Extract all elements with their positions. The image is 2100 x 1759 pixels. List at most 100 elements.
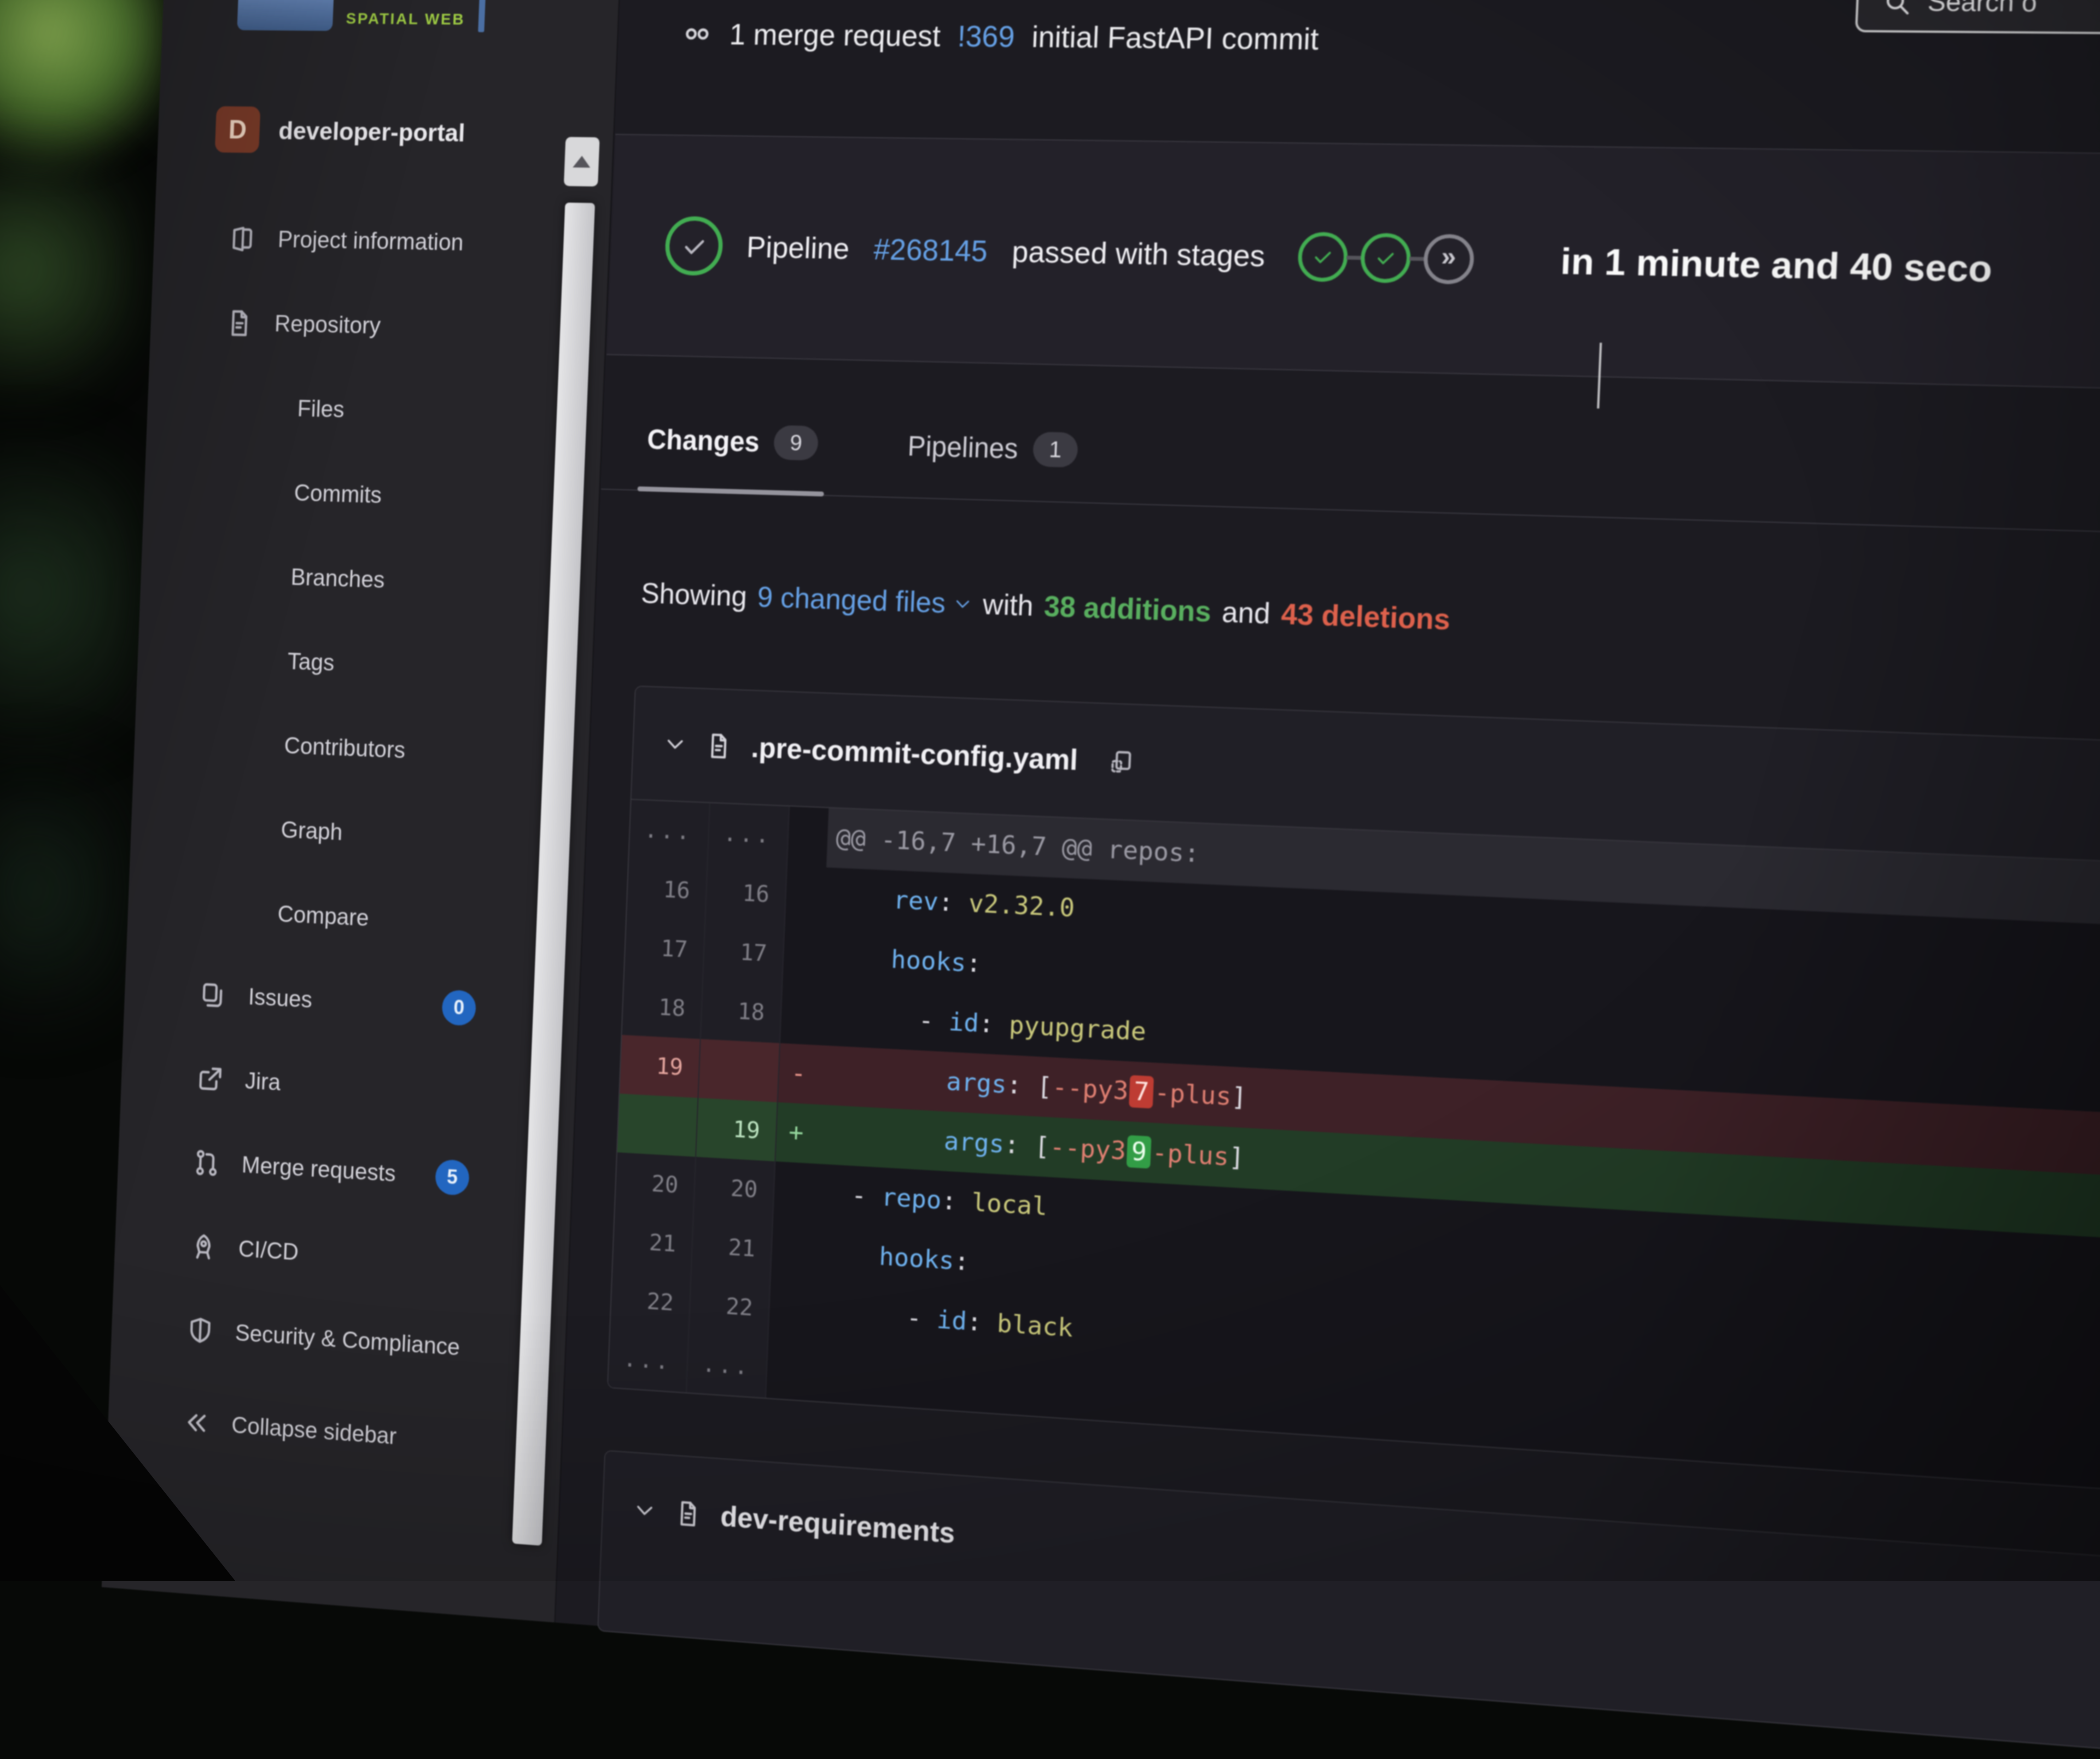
sidebar-item-files[interactable]: Files <box>146 363 604 459</box>
commits-icon <box>681 17 713 50</box>
pipeline-status-text: passed with stages <box>1011 234 1265 273</box>
merge-request-summary-line: 1 merge request !369 initial FastAPI com… <box>681 16 1320 56</box>
file-name[interactable]: .pre-commit-config.yaml <box>750 731 1078 777</box>
diff-expand-button[interactable]: ... <box>629 800 710 862</box>
diff-old-line-number[interactable]: 19 <box>620 1035 701 1098</box>
collapse-sidebar-label: Collapse sidebar <box>231 1412 397 1450</box>
diff-line-marker <box>783 925 824 986</box>
diff-old-line-number[interactable]: 16 <box>627 858 708 921</box>
issues-icon <box>199 980 228 1010</box>
diff-new-line-number[interactable] <box>698 1039 780 1102</box>
sidebar-item-repository[interactable]: Repository <box>149 279 607 373</box>
sidebar-item-label: Tags <box>287 648 335 676</box>
tab-changes[interactable]: Changes 9 <box>645 388 820 495</box>
mr-tabs: Changes 9 Pipelines 1 <box>601 387 2100 536</box>
diff-old-line-number[interactable]: 21 <box>612 1211 693 1275</box>
sidebar-item-label: Issues <box>248 984 313 1013</box>
sidebar-item-label: Contributors <box>284 733 406 764</box>
scroll-up-arrow-icon <box>573 156 591 168</box>
count-badge-issues: 0 <box>441 990 476 1026</box>
diff-file-card: .pre-commit-config.yaml ......@@ -16,7 +… <box>607 686 2100 1494</box>
pipeline-passed-icon <box>664 216 724 276</box>
sidebar-item-label: Branches <box>290 564 385 594</box>
laptop-screen: SPATIAL WEB D developer-portal Project i… <box>102 0 2100 1752</box>
org-logo-bar <box>478 0 486 32</box>
collapse-sidebar-button[interactable]: Collapse sidebar <box>182 1407 397 1452</box>
diff-line-marker <box>771 1220 812 1282</box>
diff-new-line-number[interactable]: 16 <box>705 862 788 925</box>
sidebar-item-label: CI/CD <box>238 1236 299 1266</box>
chevron-down-icon[interactable] <box>663 732 687 757</box>
count-badge-merge-requests: 5 <box>435 1159 470 1196</box>
diff-new-line-number[interactable]: 18 <box>701 980 783 1043</box>
summary-middle: with <box>982 588 1034 623</box>
diff-new-line-number[interactable]: 21 <box>691 1215 773 1279</box>
pipeline-stage-passed-icon[interactable] <box>1360 233 1411 284</box>
background-foliage-bokeh <box>0 416 137 809</box>
stage-connector <box>1409 256 1425 261</box>
main-content: 1 merge request !369 initial FastAPI com… <box>556 0 2100 1752</box>
sidebar-item-label: Jira <box>244 1068 281 1096</box>
diff-old-line-number[interactable]: 17 <box>625 918 706 980</box>
search-icon <box>1882 0 1912 17</box>
file-name[interactable]: dev-requirements <box>720 1500 955 1550</box>
diff-new-line-number[interactable]: 19 <box>696 1098 778 1161</box>
background-foliage-bokeh <box>0 137 137 432</box>
changes-summary-line: Showing 9 changed files with 38 addition… <box>640 577 2100 663</box>
org-logo-text: SPATIAL WEB <box>346 10 465 32</box>
pipeline-stage-passed-icon[interactable] <box>1297 232 1348 282</box>
sidebar-item-label: Files <box>297 396 345 423</box>
diff-old-line-number[interactable]: 18 <box>622 976 703 1039</box>
copy-path-icon[interactable] <box>1107 747 1135 776</box>
diff-old-line-number[interactable]: 20 <box>615 1152 696 1215</box>
chevron-down-icon[interactable] <box>633 1498 656 1523</box>
sidebar-scroll-up-button[interactable] <box>564 137 600 186</box>
sidebar-item-label: Graph <box>281 817 343 846</box>
diff-expand-button[interactable]: ... <box>708 803 790 866</box>
diff-expand-button[interactable]: ... <box>608 1328 689 1392</box>
diff-table: ......@@ -16,7 +16,7 @@ repos:1616 rev: … <box>608 800 2100 1493</box>
project-avatar: D <box>215 106 261 153</box>
summary-prefix: Showing <box>640 577 748 613</box>
mr-reference-link[interactable]: !369 <box>957 19 1016 54</box>
project-name: developer-portal <box>278 115 466 147</box>
pipeline-stage-skipped-icon[interactable]: » <box>1422 234 1474 285</box>
sidebar-item-project-information[interactable]: Project information <box>153 196 610 288</box>
sidebar: SPATIAL WEB D developer-portal Project i… <box>102 0 621 1622</box>
doc-icon <box>225 308 254 338</box>
search-box[interactable]: Search o <box>1855 0 2100 36</box>
summary-conjunction: and <box>1221 595 1271 630</box>
diff-expand-button[interactable]: ... <box>687 1334 768 1398</box>
org-logo[interactable]: SPATIAL WEB <box>237 0 486 32</box>
diff-old-line-number[interactable] <box>617 1094 698 1157</box>
search-input[interactable]: Search o <box>1927 0 2038 17</box>
stage-connector <box>1346 255 1362 260</box>
tab-pipelines[interactable]: Pipelines 1 <box>906 394 1080 502</box>
sidebar-item-commits[interactable]: Commits <box>143 447 600 545</box>
sidebar-item-label: Commits <box>294 480 382 509</box>
changed-files-dropdown[interactable]: 9 changed files <box>757 581 973 621</box>
sidebar-item-label: Security & Compliance <box>235 1320 460 1361</box>
diff-new-line-number[interactable]: 20 <box>694 1157 775 1220</box>
tab-changes-label: Changes <box>646 423 760 458</box>
chevron-down-icon <box>953 594 973 614</box>
pipeline-number-link[interactable]: #268145 <box>873 232 988 268</box>
diff-new-line-number[interactable]: 22 <box>689 1275 771 1339</box>
sidebar-item-label: Compare <box>277 901 370 932</box>
pipeline-status-widget: Pipeline #268145 passed with stages » in… <box>606 135 2100 393</box>
diff-line-marker: + <box>775 1102 816 1164</box>
rocket-icon <box>189 1231 218 1263</box>
tab-changes-badge: 9 <box>773 425 819 460</box>
pipeline-stages: » <box>1297 232 1474 285</box>
diff-file-header[interactable]: dev-requirements <box>601 1451 2100 1681</box>
background-foliage-bokeh <box>0 0 170 186</box>
double-chevron-left-icon <box>182 1407 211 1439</box>
shield-icon <box>186 1315 215 1346</box>
sidebar-item-label: Merge requests <box>241 1152 396 1188</box>
book-icon <box>228 224 257 254</box>
diff-old-line-number[interactable]: 22 <box>610 1270 691 1334</box>
sidebar-item-branches[interactable]: Branches <box>139 530 597 630</box>
diff-line-marker <box>788 807 829 867</box>
project-row[interactable]: D developer-portal <box>215 106 466 156</box>
diff-new-line-number[interactable]: 17 <box>703 921 785 984</box>
